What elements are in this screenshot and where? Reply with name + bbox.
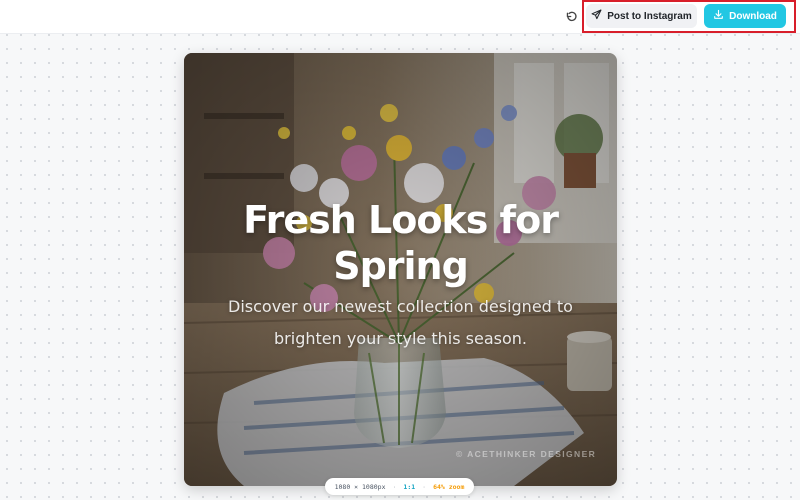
design-canvas[interactable]: Fresh Looks for Spring Discover our newe… [184, 53, 617, 486]
post-to-instagram-button[interactable]: Post to Instagram [586, 4, 697, 28]
rotate-left-icon[interactable] [561, 6, 581, 26]
download-icon [713, 9, 724, 23]
post-to-instagram-label: Post to Instagram [607, 10, 692, 22]
canvas-dimensions: 1080 × 1080px [334, 482, 386, 491]
watermark: © ACETHINKER DESIGNER [456, 449, 597, 459]
aspect-ratio: 1:1 [403, 482, 416, 491]
canvas-headline[interactable]: Fresh Looks for Spring [184, 197, 617, 289]
separator-dot: · [392, 482, 397, 491]
separator-dot: · [422, 482, 427, 491]
zoom-level: 64% zoom [433, 482, 465, 491]
top-toolbar: Post to Instagram Download [0, 0, 800, 34]
send-icon [591, 9, 602, 23]
canvas-info-bar: 1080 × 1080px · 1:1 · 64% zoom [325, 478, 474, 495]
download-button[interactable]: Download [704, 4, 786, 28]
download-label: Download [729, 10, 777, 22]
canvas-subheadline[interactable]: Discover our newest collection designed … [184, 291, 617, 355]
